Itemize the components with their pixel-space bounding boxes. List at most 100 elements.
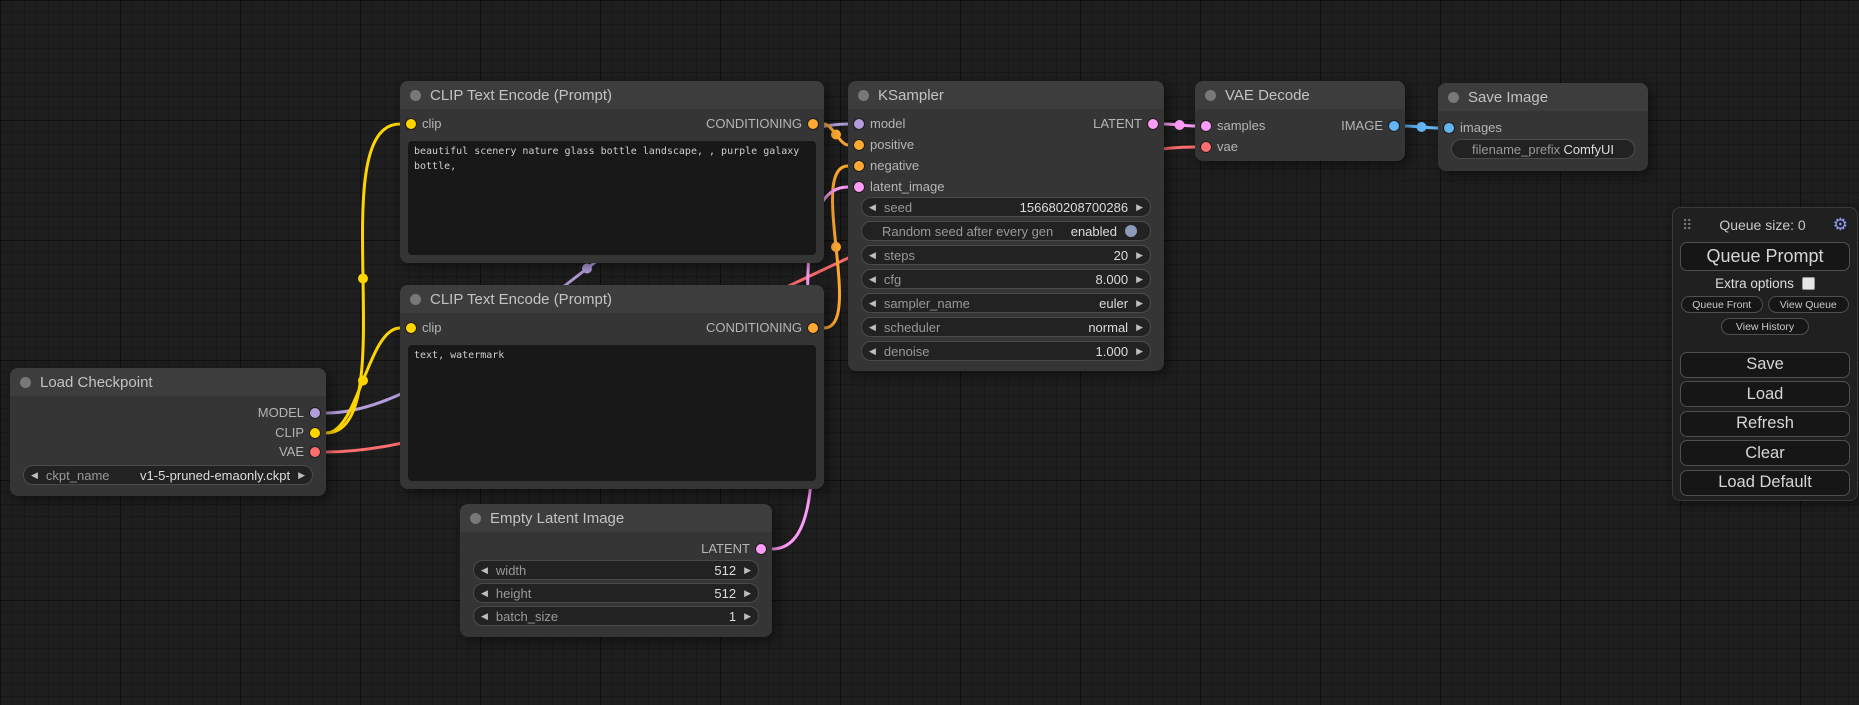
increment-arrow-icon[interactable]: ▶ [1136, 318, 1143, 336]
input-slot-samples[interactable] [1201, 121, 1211, 131]
extra-options-row: Extra options [1673, 276, 1857, 291]
output-slot-conditioning[interactable] [808, 119, 818, 129]
decrement-arrow-icon[interactable]: ◀ [481, 561, 488, 579]
input-slot-clip[interactable] [406, 119, 416, 129]
clear-button[interactable]: Clear [1680, 440, 1850, 466]
widget-label: cfg [884, 272, 1096, 287]
widget-width[interactable]: ◀width512▶ [473, 560, 759, 580]
widget-seed[interactable]: ◀seed156680208700286▶ [861, 197, 1151, 217]
increment-arrow-icon[interactable]: ▶ [1136, 342, 1143, 360]
queue-prompt-button[interactable]: Queue Prompt [1680, 242, 1850, 271]
input-slot-label: vae [1217, 139, 1238, 154]
output-slot-model[interactable] [310, 408, 320, 418]
view-queue-button[interactable]: View Queue [1768, 296, 1850, 313]
collapse-dot-icon[interactable] [410, 90, 421, 101]
load-default-button[interactable]: Load Default [1680, 470, 1850, 496]
decrement-arrow-icon[interactable]: ◀ [869, 270, 876, 288]
input-slot-clip[interactable] [406, 323, 416, 333]
increment-arrow-icon[interactable]: ▶ [1136, 270, 1143, 288]
widget-sampler-name[interactable]: ◀sampler_nameeuler▶ [861, 293, 1151, 313]
output-slot-label: CONDITIONING [706, 320, 802, 335]
increment-arrow-icon[interactable]: ▶ [744, 561, 751, 579]
settings-gear-icon[interactable]: ⚙ [1833, 215, 1848, 235]
widget-value: ComfyUI [1563, 142, 1614, 157]
input-slot-latent-image[interactable] [854, 182, 864, 192]
collapse-dot-icon[interactable] [1448, 92, 1459, 103]
widget-value: euler [1099, 296, 1128, 311]
collapse-dot-icon[interactable] [470, 513, 481, 524]
widget-filename-prefix[interactable]: filename_prefixComfyUI [1451, 139, 1635, 159]
widget-label: height [496, 586, 714, 601]
widget-denoise[interactable]: ◀denoise1.000▶ [861, 341, 1151, 361]
node-load-checkpoint[interactable]: Load CheckpointMODELCLIPVAE◀ckpt_namev1-… [10, 368, 326, 496]
widget-value: 1.000 [1096, 344, 1129, 359]
input-slot-images[interactable] [1444, 123, 1454, 133]
input-slot-label: latent_image [870, 179, 944, 194]
input-slot-vae[interactable] [1201, 142, 1211, 152]
node-vae-decode[interactable]: VAE DecodesamplesvaeIMAGE [1195, 81, 1405, 161]
node-clip-text-encode-2[interactable]: CLIP Text Encode (Prompt)clipCONDITIONIN… [400, 285, 824, 489]
increment-arrow-icon[interactable]: ▶ [744, 584, 751, 602]
drag-handle-icon[interactable]: ⠿ [1682, 217, 1692, 234]
prompt-textarea[interactable]: beautiful scenery nature glass bottle la… [408, 141, 816, 255]
decrement-arrow-icon[interactable]: ◀ [31, 466, 38, 484]
collapse-dot-icon[interactable] [1205, 90, 1216, 101]
decrement-arrow-icon[interactable]: ◀ [869, 294, 876, 312]
input-slot-label: model [870, 116, 905, 131]
widget-random-seed-after-every-gen[interactable]: Random seed after every genenabled [861, 221, 1151, 241]
widget-value: enabled [1071, 224, 1117, 239]
widget-value: 512 [714, 563, 736, 578]
node-graph-canvas[interactable]: Load CheckpointMODELCLIPVAE◀ckpt_namev1-… [0, 0, 1859, 705]
node-title-label: VAE Decode [1225, 87, 1310, 104]
prompt-textarea[interactable]: text, watermark [408, 345, 816, 481]
input-slot-positive[interactable] [854, 140, 864, 150]
decrement-arrow-icon[interactable]: ◀ [869, 342, 876, 360]
view-history-button[interactable]: View History [1721, 318, 1809, 335]
output-slot-vae[interactable] [310, 447, 320, 457]
toggle-knob[interactable] [1125, 225, 1137, 237]
input-slot-label: negative [870, 158, 919, 173]
increment-arrow-icon[interactable]: ▶ [1136, 198, 1143, 216]
increment-arrow-icon[interactable]: ▶ [1136, 246, 1143, 264]
widget-ckpt-name[interactable]: ◀ckpt_namev1-5-pruned-emaonly.ckpt▶ [23, 465, 313, 485]
queue-front-button[interactable]: Queue Front [1681, 296, 1763, 313]
node-clip-text-encode-1[interactable]: CLIP Text Encode (Prompt)clipCONDITIONIN… [400, 81, 824, 263]
input-slot-label: images [1460, 120, 1502, 135]
decrement-arrow-icon[interactable]: ◀ [481, 607, 488, 625]
widget-batch-size[interactable]: ◀batch_size1▶ [473, 606, 759, 626]
load-button[interactable]: Load [1680, 381, 1850, 407]
output-slot-image[interactable] [1389, 121, 1399, 131]
refresh-button[interactable]: Refresh [1680, 411, 1850, 437]
decrement-arrow-icon[interactable]: ◀ [869, 246, 876, 264]
output-slot-conditioning[interactable] [808, 323, 818, 333]
widget-cfg[interactable]: ◀cfg8.000▶ [861, 269, 1151, 289]
output-slot-clip[interactable] [310, 428, 320, 438]
widget-scheduler[interactable]: ◀schedulernormal▶ [861, 317, 1151, 337]
increment-arrow-icon[interactable]: ▶ [1136, 294, 1143, 312]
increment-arrow-icon[interactable]: ▶ [744, 607, 751, 625]
node-save-image[interactable]: Save Imageimagesfilename_prefixComfyUI [1438, 83, 1648, 171]
output-slot-label: LATENT [1093, 116, 1142, 131]
decrement-arrow-icon[interactable]: ◀ [869, 198, 876, 216]
widget-value: normal [1088, 320, 1128, 335]
input-slot-label: clip [422, 116, 442, 131]
widget-value: 512 [714, 586, 736, 601]
extra-options-checkbox[interactable] [1802, 277, 1815, 290]
output-slot-latent[interactable] [756, 544, 766, 554]
node-ksampler[interactable]: KSamplermodelpositivenegativelatent_imag… [848, 81, 1164, 371]
collapse-dot-icon[interactable] [20, 377, 31, 388]
node-title-label: Load Checkpoint [40, 374, 153, 391]
widget-value: 156680208700286 [1020, 200, 1128, 215]
node-empty-latent-image[interactable]: Empty Latent ImageLATENT◀width512▶◀heigh… [460, 504, 772, 637]
input-slot-model[interactable] [854, 119, 864, 129]
increment-arrow-icon[interactable]: ▶ [298, 466, 305, 484]
collapse-dot-icon[interactable] [410, 294, 421, 305]
output-slot-latent[interactable] [1148, 119, 1158, 129]
widget-height[interactable]: ◀ height512 ▶ [473, 583, 759, 603]
input-slot-negative[interactable] [854, 161, 864, 171]
collapse-dot-icon[interactable] [858, 90, 869, 101]
decrement-arrow-icon[interactable]: ◀ [481, 584, 488, 602]
decrement-arrow-icon[interactable]: ◀ [869, 318, 876, 336]
widget-steps[interactable]: ◀steps20▶ [861, 245, 1151, 265]
save-button[interactable]: Save [1680, 352, 1850, 378]
